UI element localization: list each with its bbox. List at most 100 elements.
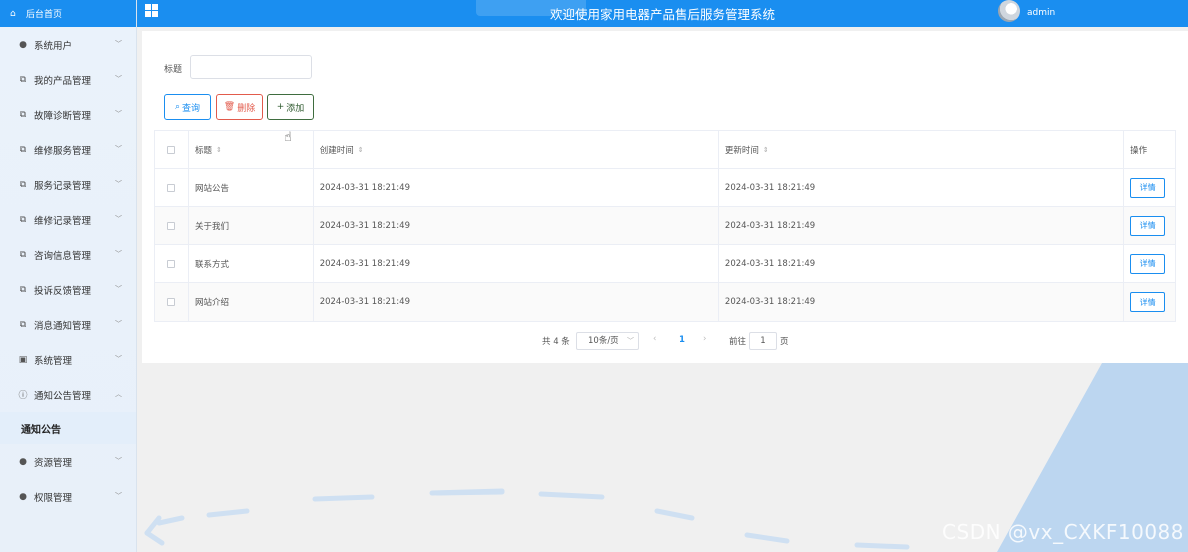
cell-created: 2024-03-31 18:21:49 xyxy=(314,207,719,244)
cell-updated: 2024-03-31 18:21:49 xyxy=(719,169,1125,206)
page-size-select[interactable]: 10条/页 ﹀ xyxy=(576,332,639,350)
table-row: 网站公告 2024-03-31 18:21:49 2024-03-31 18:2… xyxy=(155,169,1175,207)
chevron-down-icon: ﹀ xyxy=(115,75,122,83)
detail-button[interactable]: 详情 xyxy=(1130,253,1166,274)
external-link-icon: ⧉ xyxy=(19,214,27,225)
pagination-total: 共 4 条 xyxy=(542,337,570,347)
external-link-icon: ⧉ xyxy=(19,319,27,330)
header-title[interactable]: 标题 ⇕ xyxy=(189,131,314,168)
trash-icon: 🗑 xyxy=(223,102,236,112)
detail-button[interactable]: 详情 xyxy=(1130,177,1166,198)
header-title-label: 标题 xyxy=(194,145,212,156)
row-checkbox[interactable] xyxy=(167,259,176,268)
sidebar-item-consultation[interactable]: ⧉ 咨询信息管理 ﹀ xyxy=(0,237,136,272)
row-select-cell xyxy=(155,169,189,206)
sidebar-item-repair-service[interactable]: ⧉ 维修服务管理 ﹀ xyxy=(0,132,136,167)
sidebar-item-complaints[interactable]: ⧉ 投诉反馈管理 ﹀ xyxy=(0,272,136,307)
sidebar-item-repair-records[interactable]: ⧉ 维修记录管理 ﹀ xyxy=(0,202,136,237)
header-op: 操作 xyxy=(1124,131,1175,168)
topbar: 欢迎使用家用电器产品售后服务管理系统 admin xyxy=(137,0,1188,27)
header-updated-label: 更新时间 xyxy=(724,145,759,156)
cell-created: 2024-03-31 18:21:49 xyxy=(314,283,719,321)
user-icon: ● xyxy=(19,491,27,502)
select-all-cell xyxy=(155,131,189,168)
pagination: 共 4 条 10条/页 ﹀ ‹ 1 › 前往 1 页 xyxy=(142,332,1188,350)
prev-page-icon[interactable]: ‹ xyxy=(653,334,656,344)
sort-icon[interactable]: ⇕ xyxy=(216,146,222,154)
row-checkbox[interactable] xyxy=(167,183,176,192)
chevron-down-icon: ﹀ xyxy=(115,110,122,118)
header-created-label: 创建时间 xyxy=(319,145,354,156)
sidebar: ⌂ 后台首页 ● 系统用户 ﹀ ⧉ 我的产品管理 ﹀ ⧉ 故障诊断管理 ﹀ ⧉ … xyxy=(0,0,137,552)
cell-title: 联系方式 xyxy=(189,245,314,282)
cell-title: 网站介绍 xyxy=(189,283,314,321)
sidebar-item-label: 权限管理 xyxy=(34,492,73,504)
sidebar-item-label: 我的产品管理 xyxy=(34,75,92,87)
sidebar-item-label: 系统管理 xyxy=(34,355,73,367)
cell-created: 2024-03-31 18:21:49 xyxy=(314,169,719,206)
sidebar-item-messages[interactable]: ⧉ 消息通知管理 ﹀ xyxy=(0,307,136,342)
cell-updated: 2024-03-31 18:21:49 xyxy=(719,283,1125,321)
external-link-icon: ⧉ xyxy=(19,179,27,190)
select-all-checkbox[interactable] xyxy=(167,145,176,154)
sidebar-item-service-records[interactable]: ⧉ 服务记录管理 ﹀ xyxy=(0,167,136,202)
home-icon: ⌂ xyxy=(10,8,16,19)
chevron-down-icon: ﹀ xyxy=(115,320,122,328)
goto-label: 前往 xyxy=(729,337,747,347)
sidebar-item-label: 系统用户 xyxy=(34,40,73,52)
add-button[interactable]: + 添加 xyxy=(267,94,314,120)
delete-button[interactable]: 🗑 删除 xyxy=(216,94,263,120)
external-link-icon: ⧉ xyxy=(19,74,27,85)
sidebar-item-label: 资源管理 xyxy=(34,457,73,469)
sidebar-item-label: 咨询信息管理 xyxy=(34,250,92,262)
location-icon: ● xyxy=(19,456,27,467)
table-header-row: 标题 ⇕ 创建时间 ⇕ 更新时间 ⇕ 操作 xyxy=(155,131,1175,169)
watermark: CSDN @vx_CXKF10088 xyxy=(942,520,1184,544)
chevron-down-icon: ﹀ xyxy=(115,457,122,465)
detail-button[interactable]: 详情 xyxy=(1130,292,1166,312)
external-link-icon: ⧉ xyxy=(19,109,27,120)
sidebar-home-label: 后台首页 xyxy=(26,10,63,20)
avatar[interactable] xyxy=(998,0,1020,22)
external-link-icon: ⧉ xyxy=(19,284,27,295)
sidebar-item-system-users[interactable]: ● 系统用户 ﹀ xyxy=(0,27,136,62)
search-title-input[interactable] xyxy=(190,55,312,79)
header-created[interactable]: 创建时间 ⇕ xyxy=(314,131,719,168)
header-op-label: 操作 xyxy=(1130,145,1148,156)
table-row: 关于我们 2024-03-31 18:21:49 2024-03-31 18:2… xyxy=(155,207,1175,245)
row-checkbox[interactable] xyxy=(167,298,176,306)
cell-op: 详情 xyxy=(1124,207,1175,244)
cell-op: 详情 xyxy=(1124,169,1175,206)
search-icon: ⌕ xyxy=(174,102,181,112)
sidebar-item-fault-diagnosis[interactable]: ⧉ 故障诊断管理 ﹀ xyxy=(0,97,136,132)
header-updated[interactable]: 更新时间 ⇕ xyxy=(719,131,1125,168)
search-title-label: 标题 xyxy=(164,65,183,75)
sidebar-item-resources[interactable]: ● 资源管理 ﹀ xyxy=(0,444,136,479)
username[interactable]: admin xyxy=(1027,8,1055,18)
sidebar-item-label: 消息通知管理 xyxy=(34,320,92,332)
cell-title: 网站公告 xyxy=(189,169,314,206)
chevron-down-icon: ﹀ xyxy=(627,337,634,345)
sidebar-home[interactable]: ⌂ 后台首页 xyxy=(0,0,136,27)
sidebar-item-label: 通知公告管理 xyxy=(34,390,92,402)
chevron-down-icon: ﹀ xyxy=(115,145,122,153)
plus-icon: + xyxy=(276,102,285,112)
sort-icon[interactable]: ⇕ xyxy=(763,146,769,154)
row-select-cell xyxy=(155,207,189,244)
detail-button[interactable]: 详情 xyxy=(1130,215,1166,236)
row-checkbox[interactable] xyxy=(167,221,176,230)
sidebar-item-products[interactable]: ⧉ 我的产品管理 ﹀ xyxy=(0,62,136,97)
query-button[interactable]: ⌕ 查询 xyxy=(164,94,211,120)
goto-page-input[interactable]: 1 xyxy=(749,332,777,350)
sidebar-item-system[interactable]: ▣ 系统管理 ﹀ xyxy=(0,342,136,377)
sidebar-item-announcements[interactable]: ⓘ 通知公告管理 ︿ xyxy=(0,377,136,412)
data-table: 标题 ⇕ 创建时间 ⇕ 更新时间 ⇕ 操作 网站公告 2024-03-31 18:21… xyxy=(154,130,1176,322)
sidebar-item-label: 维修记录管理 xyxy=(34,215,92,227)
sidebar-item-label: 投诉反馈管理 xyxy=(34,285,92,297)
next-page-icon[interactable]: › xyxy=(703,334,706,344)
page-number-current[interactable]: 1 xyxy=(679,335,685,345)
chevron-down-icon: ﹀ xyxy=(115,250,122,258)
sidebar-item-permissions[interactable]: ● 权限管理 ﹀ xyxy=(0,479,136,514)
sidebar-subitem-announcement[interactable]: 通知公告 xyxy=(0,412,136,444)
sort-icon[interactable]: ⇕ xyxy=(358,146,364,154)
